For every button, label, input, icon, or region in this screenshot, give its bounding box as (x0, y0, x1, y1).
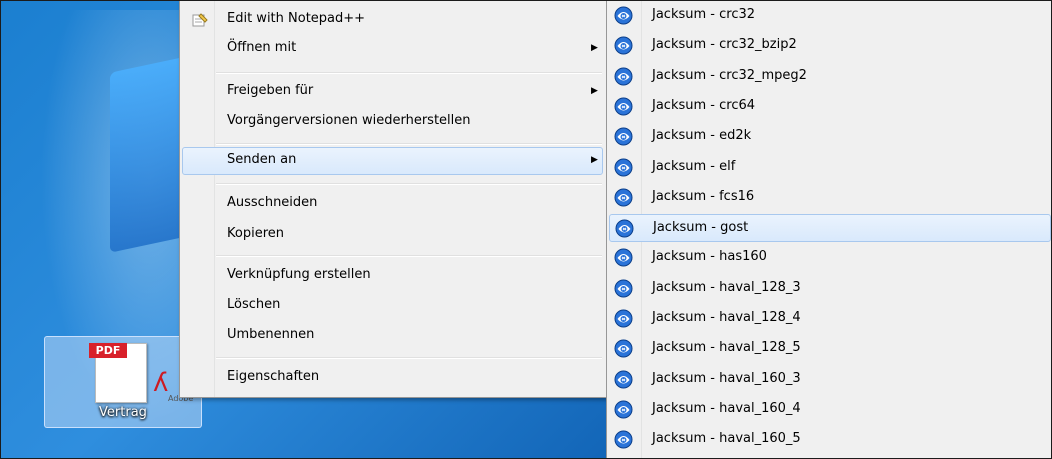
submenu-item-jacksum-crc64[interactable]: Jacksum - crc64 (609, 93, 1051, 121)
submenu-item-jacksum-has160[interactable]: Jacksum - has160 (609, 244, 1051, 272)
submenu-item-jacksum-ed2k[interactable]: Jacksum - ed2k (609, 123, 1051, 151)
submenu-item-jacksum-haval-128-4[interactable]: Jacksum - haval_128_4 (609, 305, 1051, 333)
submenu-item-label: Jacksum - haval_128_4 (652, 310, 801, 325)
menu-item-label: Ausschneiden (227, 195, 318, 210)
menu-separator (216, 255, 602, 257)
submenu-item-jacksum-haval-128-5[interactable]: Jacksum - haval_128_5 (609, 335, 1051, 363)
jacksum-icon (614, 339, 633, 358)
menu-separator (216, 183, 602, 185)
submenu-item-label: Jacksum - elf (652, 159, 736, 174)
submenu-item-label: Jacksum - haval_160_5 (652, 431, 801, 446)
jacksum-icon (614, 309, 633, 328)
submenu-item-jacksum-crc32-mpeg2[interactable]: Jacksum - crc32_mpeg2 (609, 63, 1051, 91)
jacksum-icon (614, 67, 633, 86)
menu-item-edit-with-notepad[interactable]: Edit with Notepad++ (182, 6, 603, 34)
menu-item-umbenennen[interactable]: Umbenennen (182, 322, 603, 350)
jacksum-icon (614, 36, 633, 55)
jacksum-icon (614, 279, 633, 298)
menu-item-label: Vorgängerversionen wiederherstellen (227, 113, 471, 128)
jacksum-icon (614, 248, 633, 267)
jacksum-icon (614, 188, 633, 207)
menu-item-oeffnen-mit[interactable]: Öffnen mit ▶ (182, 35, 603, 63)
submenu-item-label: Jacksum - haval_128_3 (652, 280, 801, 295)
menu-item-label: Verknüpfung erstellen (227, 267, 371, 282)
submenu-arrow-icon: ▶ (591, 86, 598, 96)
submenu-item-jacksum-crc32-bzip2[interactable]: Jacksum - crc32_bzip2 (609, 32, 1051, 60)
submenu-item-label: Jacksum - has160 (652, 249, 767, 264)
submenu-item-label: Jacksum - ed2k (652, 128, 752, 143)
submenu-item-jacksum-haval-160-3[interactable]: Jacksum - haval_160_3 (609, 366, 1051, 394)
submenu-item-label: Jacksum - gost (653, 220, 749, 235)
jacksum-icon (614, 97, 633, 116)
submenu-arrow-icon: ▶ (591, 43, 598, 53)
menu-item-label: Edit with Notepad++ (227, 11, 366, 26)
menu-item-label: Umbenennen (227, 327, 315, 342)
context-menu: Edit with Notepad++ Öffnen mit ▶ Freigeb… (179, 0, 607, 398)
submenu-item-jacksum-fcs16[interactable]: Jacksum - fcs16 (609, 184, 1051, 212)
submenu-item-jacksum-haval-128-3[interactable]: Jacksum - haval_128_3 (609, 275, 1051, 303)
submenu-item-label: Jacksum - haval_128_5 (652, 340, 801, 355)
menu-item-senden-an[interactable]: Senden an ▶ (182, 147, 603, 175)
jacksum-icon (614, 400, 633, 419)
menu-separator (216, 143, 602, 145)
jacksum-icon (614, 127, 633, 146)
submenu-item-jacksum-elf[interactable]: Jacksum - elf (609, 154, 1051, 182)
submenu-item-label: Jacksum - crc32 (652, 7, 756, 22)
jacksum-icon (614, 6, 633, 25)
submenu-item-label: Jacksum - crc64 (652, 98, 756, 113)
submenu-item-label: Jacksum - crc32_mpeg2 (652, 68, 807, 83)
desktop-icon-label: Vertrag (99, 405, 147, 420)
menu-separator (216, 357, 602, 359)
submenu-item-jacksum-haval-160-4[interactable]: Jacksum - haval_160_4 (609, 396, 1051, 424)
menu-item-label: Öffnen mit (227, 40, 297, 55)
jacksum-icon (614, 430, 633, 449)
menu-item-freigeben-fuer[interactable]: Freigeben für ▶ (182, 78, 603, 106)
submenu-arrow-icon: ▶ (591, 155, 598, 165)
menu-item-label: Löschen (227, 297, 281, 312)
submenu-item-label: Jacksum - fcs16 (652, 189, 755, 204)
menu-item-ausschneiden[interactable]: Ausschneiden (182, 190, 603, 218)
menu-item-loeschen[interactable]: Löschen (182, 292, 603, 320)
pdf-badge: PDF (89, 343, 127, 358)
menu-item-vorgaengerversionen[interactable]: Vorgängerversionen wiederherstellen (182, 108, 603, 136)
submenu-item-jacksum-gost[interactable]: Jacksum - gost (609, 214, 1051, 242)
menu-item-label: Eigenschaften (227, 369, 320, 384)
submenu-item-jacksum-crc32[interactable]: Jacksum - crc32 (609, 2, 1051, 30)
menu-separator (216, 72, 602, 74)
menu-item-eigenschaften[interactable]: Eigenschaften (182, 364, 603, 392)
submenu-item-label: Jacksum - crc32_bzip2 (652, 37, 797, 52)
menu-item-label: Senden an (227, 152, 297, 167)
send-to-submenu: Jacksum - crc32 Jacksum - crc32_bzip2 Jack… (606, 0, 1052, 458)
submenu-item-jacksum-haval-160-5[interactable]: Jacksum - haval_160_5 (609, 426, 1051, 454)
notepad-plus-plus-icon (192, 13, 208, 27)
submenu-item-label: Jacksum - haval_160_3 (652, 371, 801, 386)
menu-item-label: Kopieren (227, 226, 284, 241)
menu-item-kopieren[interactable]: Kopieren (182, 221, 603, 249)
menu-item-label: Freigeben für (227, 83, 314, 98)
jacksum-icon (614, 370, 633, 389)
menu-item-verknuepfung-erstellen[interactable]: Verknüpfung erstellen (182, 262, 603, 290)
jacksum-icon (615, 219, 634, 238)
jacksum-icon (614, 158, 633, 177)
submenu-item-label: Jacksum - haval_160_4 (652, 401, 801, 416)
